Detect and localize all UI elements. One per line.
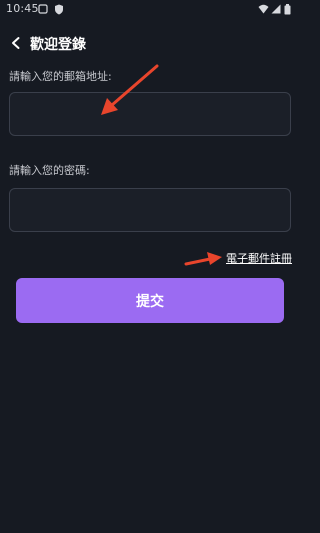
annotation-arrow-register bbox=[184, 252, 222, 266]
chevron-left-icon bbox=[12, 37, 20, 49]
signal-icon bbox=[271, 4, 281, 14]
page-title: 歡迎登錄 bbox=[30, 37, 86, 53]
wifi-icon bbox=[258, 4, 269, 14]
status-time: 10:45 bbox=[6, 2, 39, 15]
email-field[interactable] bbox=[9, 92, 291, 136]
email-register-link[interactable]: 電子郵件註冊 bbox=[226, 250, 292, 266]
battery-icon bbox=[284, 4, 291, 15]
password-label: 請輸入您的密碼: bbox=[9, 164, 90, 177]
back-button[interactable] bbox=[6, 32, 26, 54]
status-bar: 10:45 bbox=[0, 0, 300, 20]
email-label: 請輸入您的郵箱地址: bbox=[9, 70, 112, 83]
password-field[interactable] bbox=[9, 188, 291, 232]
shield-icon bbox=[55, 4, 63, 15]
notification-icon bbox=[38, 4, 48, 14]
submit-button[interactable]: 提交 bbox=[16, 278, 284, 323]
